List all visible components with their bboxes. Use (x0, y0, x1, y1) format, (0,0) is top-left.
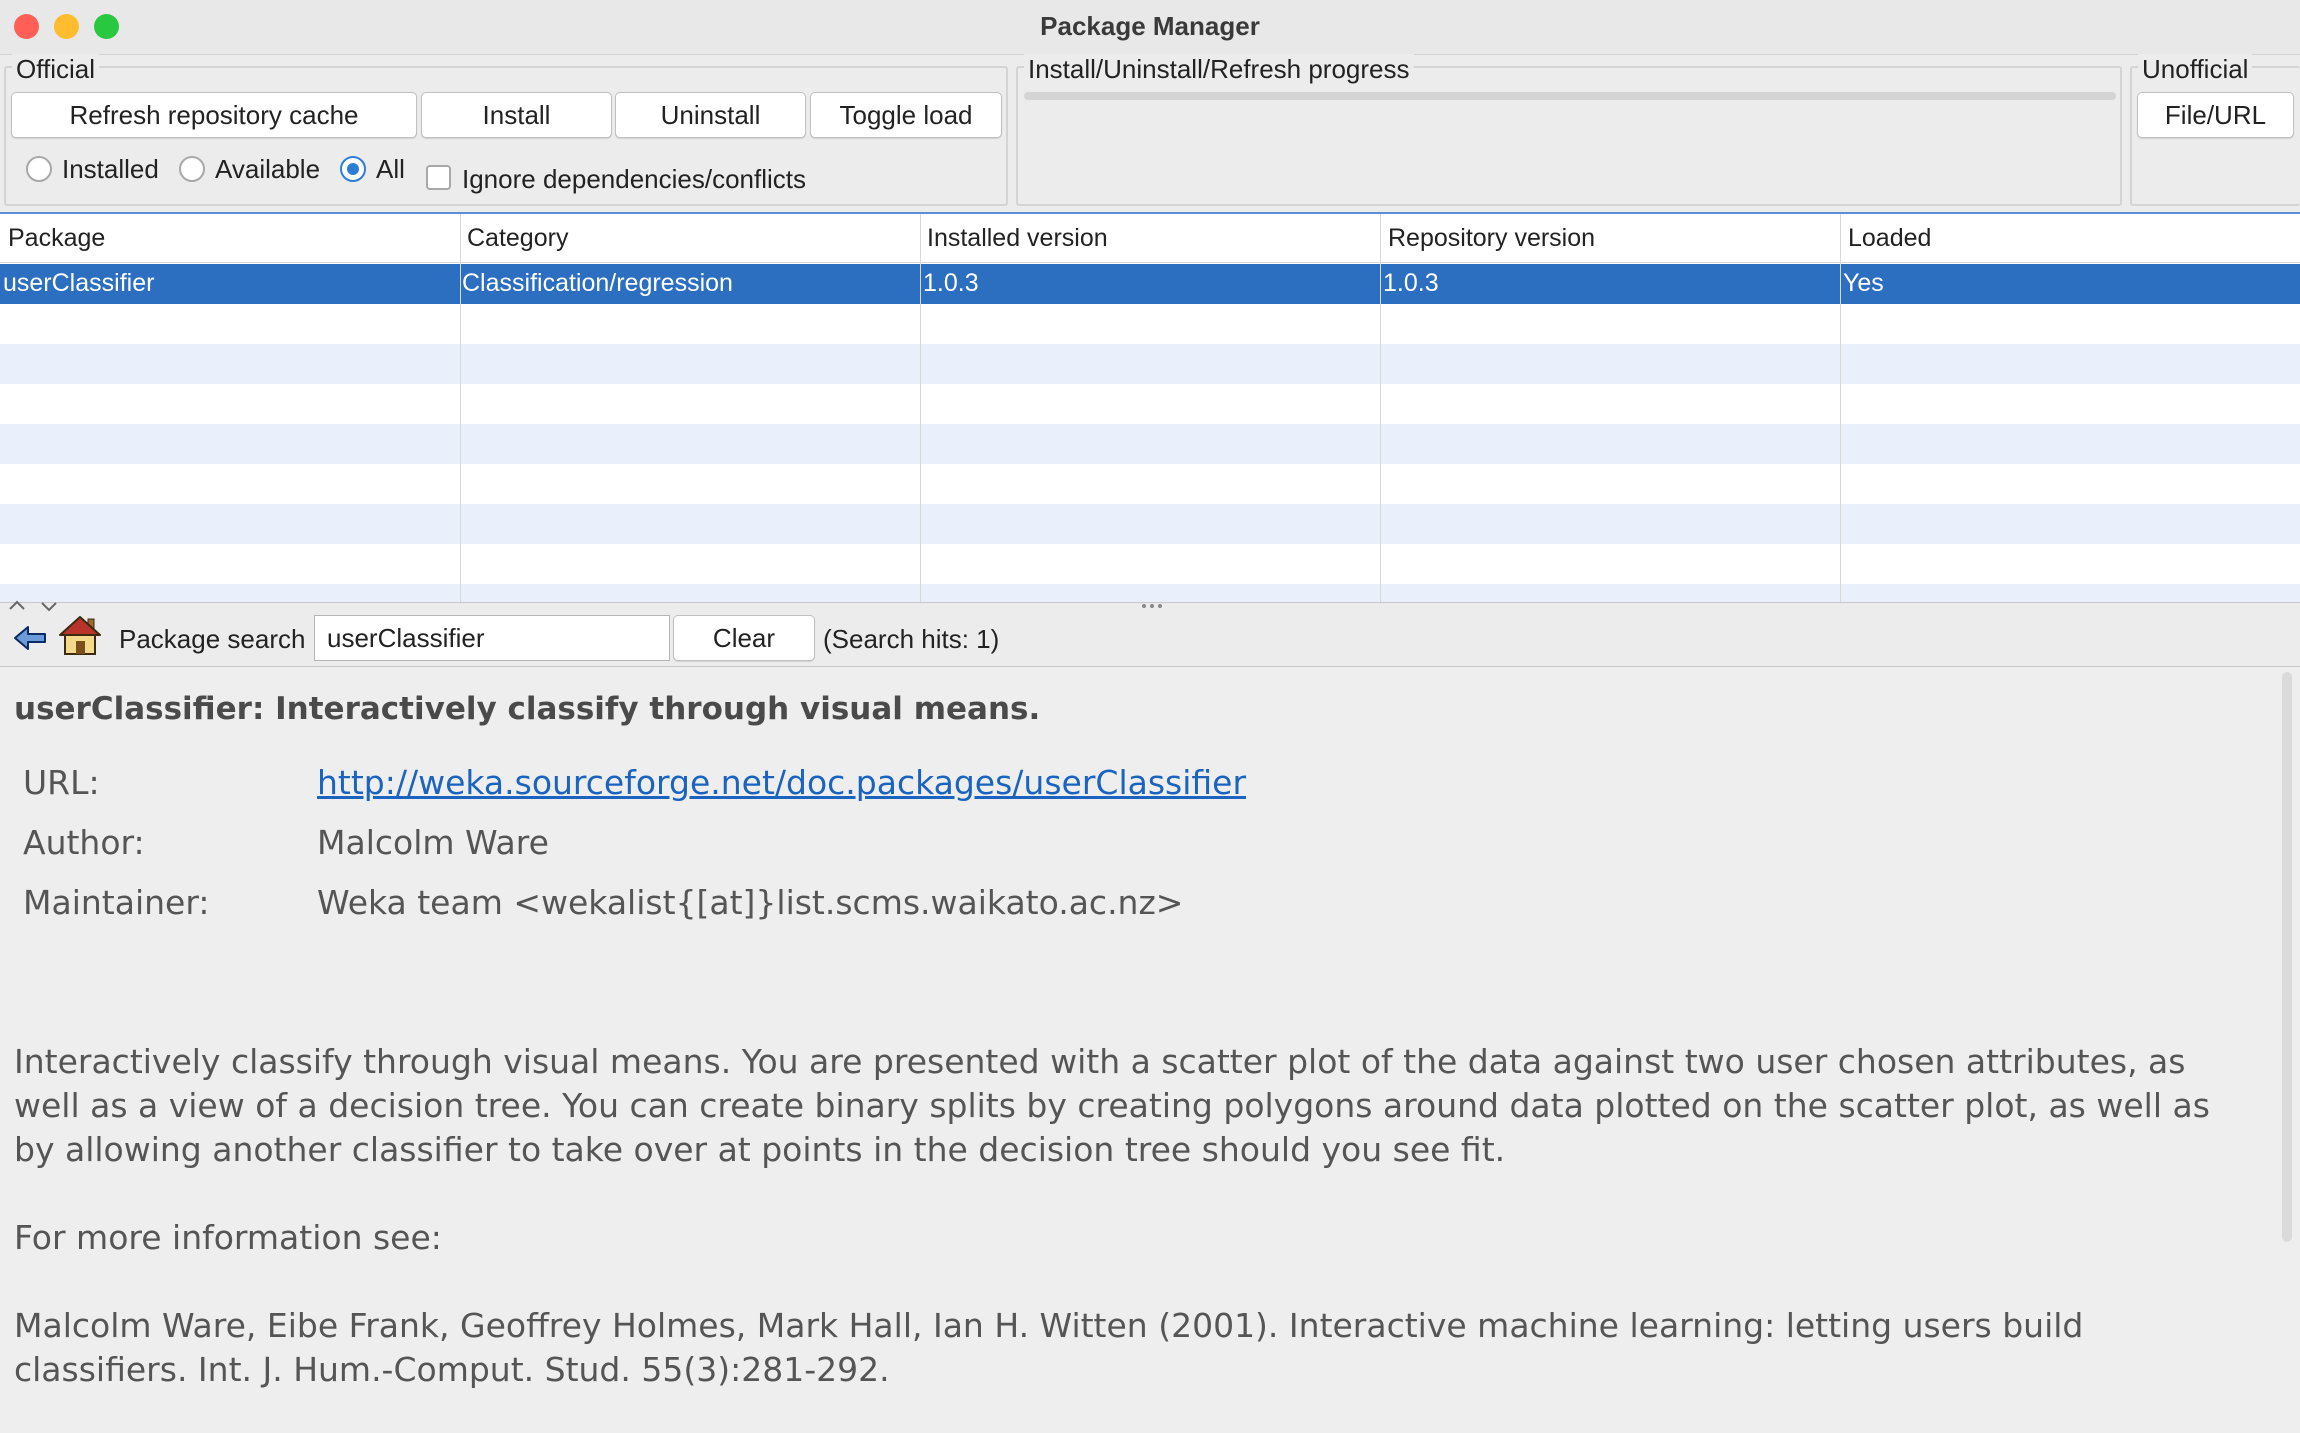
package-search-input[interactable]: userClassifier (314, 615, 670, 661)
table-row-empty (0, 304, 2300, 344)
url-label: URL: (23, 763, 100, 802)
package-table[interactable]: Package Category Installed version Repos… (0, 212, 2300, 603)
progress-group-title: Install/Uninstall/Refresh progress (1024, 54, 1414, 85)
filter-all-label: All (376, 154, 405, 184)
table-row-empty (0, 464, 2300, 504)
search-hits-text: (Search hits: 1) (823, 624, 1000, 654)
table-row-empty (0, 344, 2300, 384)
table-row-empty (0, 504, 2300, 544)
package-search-label: Package search (119, 624, 306, 654)
back-arrow-icon[interactable] (12, 620, 48, 656)
filter-available-label: Available (215, 154, 321, 184)
column-divider (460, 214, 461, 602)
progress-bar (1024, 92, 2116, 100)
progress-group (1016, 66, 2122, 206)
table-row-empty (0, 424, 2300, 464)
package-info-heading: userClassifier: Interactively classify t… (14, 691, 1041, 727)
filter-installed-label: Installed (62, 154, 159, 184)
column-header-package[interactable]: Package (8, 224, 105, 253)
more-info-text: For more information see: (14, 1218, 442, 1257)
refresh-repository-cache-button[interactable]: Refresh repository cache (11, 92, 417, 138)
ignore-dependencies-checkbox[interactable] (426, 165, 451, 190)
cell-installed-version: 1.0.3 (923, 269, 979, 297)
column-header-installed-version[interactable]: Installed version (927, 224, 1108, 253)
column-divider (1380, 214, 1381, 602)
column-header-category[interactable]: Category (467, 224, 568, 253)
column-divider (1840, 214, 1841, 602)
cell-category: Classification/regression (462, 269, 733, 297)
uninstall-button[interactable]: Uninstall (615, 92, 806, 138)
ignore-dependencies-label: Ignore dependencies/conflicts (462, 164, 807, 194)
split-pane-divider[interactable] (0, 600, 2300, 612)
column-header-repository-version[interactable]: Repository version (1388, 224, 1595, 253)
table-row-empty (0, 544, 2300, 584)
drag-handle-icon[interactable] (1140, 603, 1164, 609)
cell-package: userClassifier (3, 269, 155, 297)
home-icon[interactable] (58, 614, 102, 658)
cell-loaded: Yes (1843, 269, 1884, 297)
column-header-loaded[interactable]: Loaded (1848, 224, 1931, 253)
toggle-load-button[interactable]: Toggle load (810, 92, 1002, 138)
cell-repository-version: 1.0.3 (1383, 269, 1439, 297)
maintainer-label: Maintainer: (23, 883, 210, 922)
vertical-scrollbar[interactable] (2282, 672, 2292, 1242)
clear-search-button[interactable]: Clear (673, 615, 815, 661)
filter-installed-radio[interactable] (26, 156, 52, 182)
table-row-empty (0, 384, 2300, 424)
package-info-panel: userClassifier: Interactively classify t… (0, 666, 2300, 1433)
package-url-link[interactable]: http://weka.sourceforge.net/doc.packages… (317, 763, 1246, 802)
filter-all-radio[interactable] (340, 156, 366, 182)
window-title: Package Manager (1040, 11, 1260, 41)
file-url-button[interactable]: File/URL (2137, 92, 2294, 138)
collapse-expand-arrows-icon[interactable] (8, 600, 58, 612)
author-value: Malcolm Ware (317, 823, 549, 862)
column-divider (920, 214, 921, 602)
maintainer-value: Weka team <wekalist{[at]}list.scms.waika… (317, 883, 1184, 922)
citation-text: Malcolm Ware, Eibe Frank, Geoffrey Holme… (14, 1306, 2084, 1389)
table-header: Package Category Installed version Repos… (0, 214, 2300, 263)
table-row[interactable]: userClassifier Classification/regression… (0, 264, 2300, 304)
official-group-title: Official (12, 54, 99, 85)
filter-available-radio[interactable] (179, 156, 205, 182)
author-label: Author: (23, 823, 145, 862)
title-bar: Package Manager (0, 0, 2300, 55)
unofficial-group-title: Unofficial (2138, 54, 2253, 85)
package-description: Interactively classify through visual me… (14, 1042, 2210, 1169)
install-button[interactable]: Install (421, 92, 612, 138)
